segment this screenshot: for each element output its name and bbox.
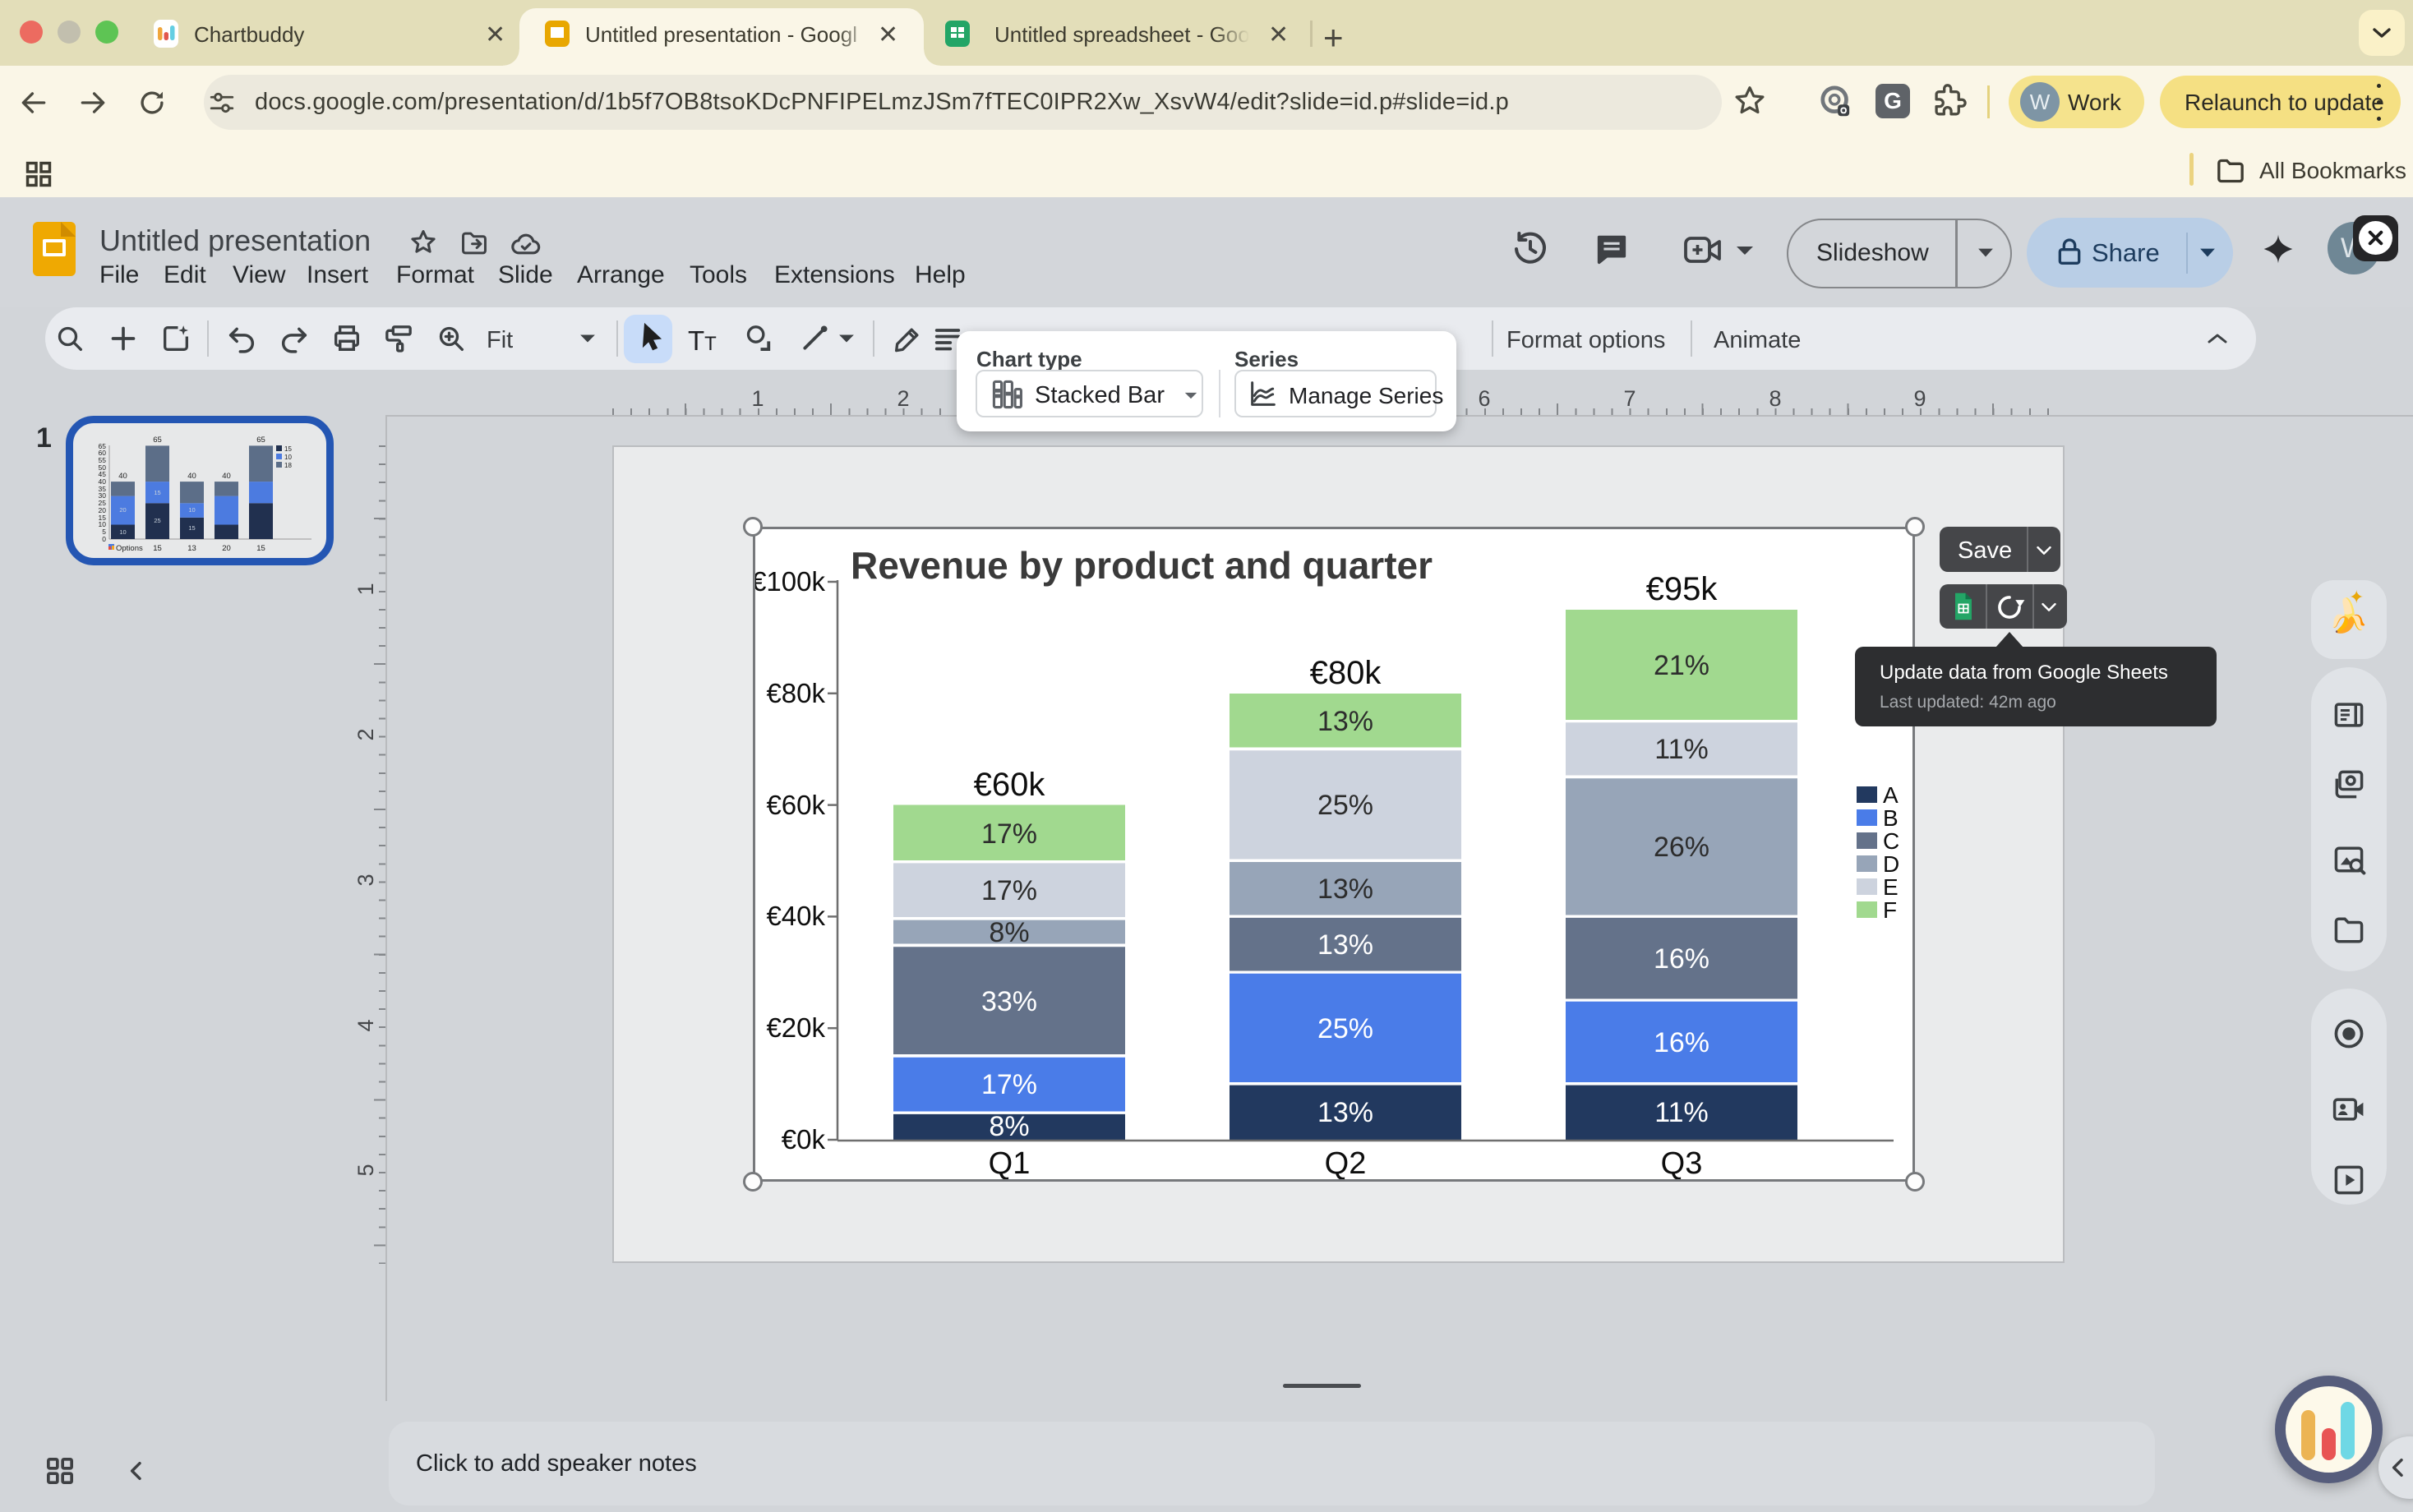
svg-text:20: 20 — [119, 506, 126, 514]
svg-text:40: 40 — [118, 472, 127, 481]
svg-text:40: 40 — [222, 472, 231, 481]
svg-text:15: 15 — [154, 489, 160, 496]
svg-text:20: 20 — [222, 544, 231, 553]
svg-text:11%: 11% — [1654, 734, 1709, 765]
svg-text:13%: 13% — [1317, 1097, 1373, 1128]
svg-text:E: E — [1883, 874, 1899, 900]
svg-text:€40k: €40k — [766, 901, 825, 931]
svg-text:8%: 8% — [989, 1111, 1029, 1142]
svg-text:25: 25 — [154, 517, 160, 524]
svg-text:18: 18 — [284, 462, 292, 469]
svg-text:10: 10 — [119, 528, 126, 536]
svg-text:15: 15 — [153, 544, 162, 553]
svg-text:Revenue by product and quarter: Revenue by product and quarter — [851, 544, 1433, 587]
svg-text:B: B — [1883, 805, 1899, 831]
svg-text:16%: 16% — [1654, 943, 1709, 975]
svg-text:D: D — [1883, 851, 1899, 877]
svg-text:15: 15 — [284, 445, 292, 453]
svg-text:17%: 17% — [981, 875, 1037, 906]
svg-text:10: 10 — [284, 454, 292, 461]
svg-text:35: 35 — [99, 485, 107, 493]
svg-text:17%: 17% — [981, 818, 1037, 850]
svg-text:A: A — [1883, 782, 1899, 808]
svg-text:10: 10 — [188, 506, 195, 514]
svg-text:25%: 25% — [1317, 1013, 1373, 1044]
svg-text:Q2: Q2 — [1325, 1146, 1367, 1179]
svg-text:€60k: €60k — [766, 790, 825, 820]
svg-text:€80k: €80k — [766, 678, 825, 708]
svg-text:Q1: Q1 — [989, 1146, 1031, 1179]
svg-text:0: 0 — [102, 535, 106, 543]
svg-text:17%: 17% — [981, 1069, 1037, 1100]
svg-text:25: 25 — [99, 499, 107, 507]
svg-text:15: 15 — [99, 514, 107, 522]
svg-text:€95k: €95k — [1646, 571, 1719, 607]
svg-text:15: 15 — [256, 544, 265, 553]
svg-text:65: 65 — [256, 436, 265, 445]
svg-text:25%: 25% — [1317, 790, 1373, 821]
svg-text:40: 40 — [99, 477, 107, 486]
svg-text:€20k: €20k — [766, 1012, 825, 1043]
svg-text:F: F — [1883, 897, 1897, 923]
svg-text:13%: 13% — [1317, 874, 1373, 905]
svg-text:55: 55 — [99, 456, 107, 464]
svg-text:20: 20 — [99, 506, 107, 514]
svg-text:Options: Options — [116, 544, 143, 553]
svg-text:5: 5 — [102, 528, 106, 536]
svg-text:33%: 33% — [981, 986, 1037, 1017]
svg-text:8%: 8% — [989, 917, 1029, 948]
svg-text:40: 40 — [187, 472, 196, 481]
svg-text:€0k: €0k — [782, 1124, 826, 1155]
svg-text:Q3: Q3 — [1661, 1146, 1703, 1179]
svg-text:€80k: €80k — [1310, 655, 1382, 691]
svg-text:13: 13 — [187, 544, 196, 553]
svg-text:C: C — [1883, 828, 1899, 854]
svg-text:13%: 13% — [1317, 706, 1373, 737]
svg-text:21%: 21% — [1654, 650, 1709, 681]
svg-text:16%: 16% — [1654, 1027, 1709, 1058]
svg-text:26%: 26% — [1654, 832, 1709, 863]
svg-text:15: 15 — [188, 524, 195, 532]
svg-text:€100k: €100k — [755, 566, 825, 597]
svg-text:50: 50 — [99, 463, 107, 472]
svg-text:13%: 13% — [1317, 929, 1373, 961]
svg-text:65: 65 — [99, 442, 107, 450]
svg-text:65: 65 — [153, 436, 162, 445]
svg-text:€60k: €60k — [974, 767, 1046, 803]
svg-text:11%: 11% — [1654, 1097, 1709, 1128]
